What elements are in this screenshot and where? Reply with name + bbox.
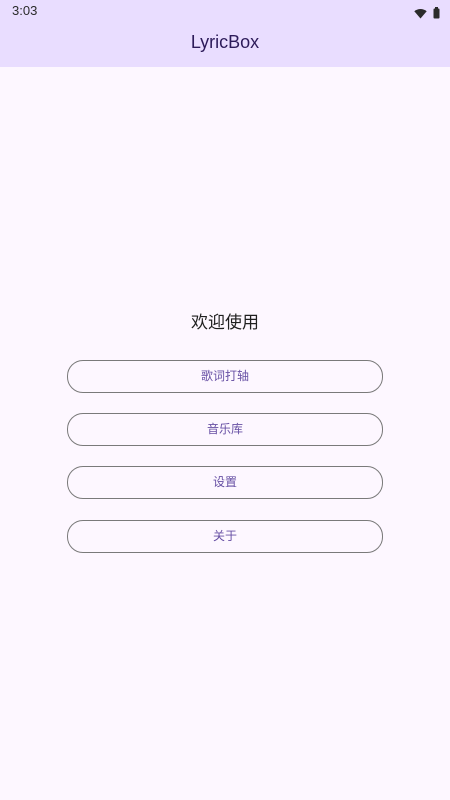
welcome-heading: 欢迎使用 [191, 313, 259, 333]
app-title: LyricBox [190, 32, 260, 52]
settings-button[interactable]: 设置 [67, 466, 383, 499]
top-app-bar: 3:03 LyricBox [0, 0, 450, 67]
lyric-timing-button[interactable]: 歌词打轴 [67, 360, 383, 393]
wifi-icon [414, 4, 427, 23]
status-time: 3:03 [12, 3, 38, 18]
status-icons [414, 4, 440, 23]
about-button[interactable]: 关于 [67, 520, 383, 553]
music-library-button[interactable]: 音乐库 [67, 413, 383, 446]
screen: 3:03 LyricBox 欢迎使用 歌词打轴 音乐库 设置 关于 [0, 0, 450, 800]
battery-icon [433, 4, 440, 23]
